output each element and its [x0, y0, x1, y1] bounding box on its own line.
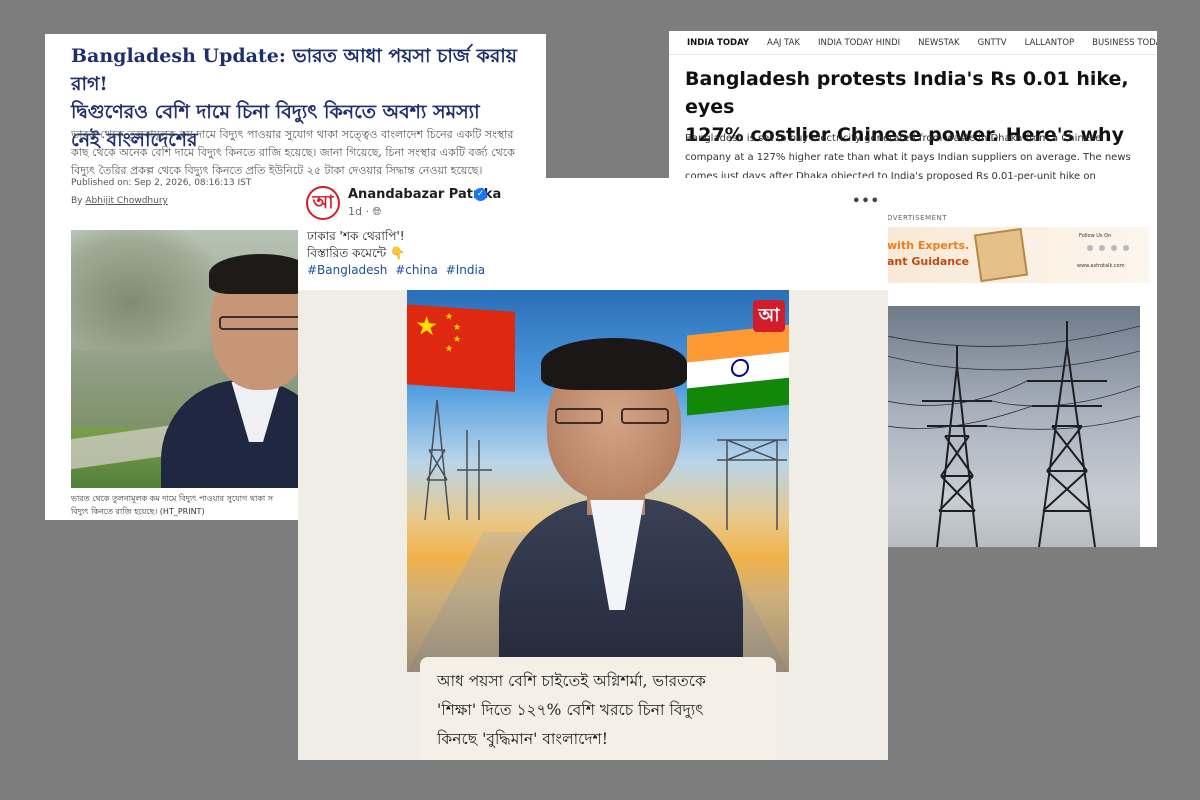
pylon-icon	[717, 439, 787, 530]
byline: By Abhijit Chowdhury	[71, 196, 168, 206]
more-options-button[interactable]: •••	[852, 194, 880, 209]
china-flag: ★ ★ ★ ★ ★	[407, 304, 515, 392]
facebook-post-card: আ Anandabazar Patrika ✓ 1d · 🌐︎ ••• ঢাকা…	[298, 178, 888, 760]
summary-line: company at a 127% higher rate than what …	[685, 152, 1131, 163]
nav-item-gnttv[interactable]: GNTTV	[978, 38, 1007, 48]
avatar-logo-letter: আ	[312, 191, 334, 213]
ad-url: www.astrotalk.com	[1077, 263, 1125, 269]
post-text-line: বিস্তারিত কমেন্টে 👇	[307, 246, 405, 260]
caption-line: ভারত থেকে তুলনামূলক কম দামে বিদ্যুৎ পাওয…	[71, 494, 274, 503]
portrait-glasses	[553, 408, 673, 424]
summary-line: বিদ্যুৎ তৈরির প্রকল্প থেকে বিদ্যুৎ কিনতে…	[71, 164, 483, 177]
post-media[interactable]: ★ ★ ★ ★ ★ আ আধ পয়সা বেশি চাইতেই অগ্নিশর…	[298, 290, 888, 760]
india-flag	[687, 324, 789, 416]
photo-glasses	[219, 316, 309, 330]
left-article-summary: ভারত থেকে তুলনামূলক কম দামে বিদ্যুৎ পাওয…	[71, 126, 531, 180]
photo-trees	[71, 230, 221, 350]
post-meta: 1d · 🌐︎	[348, 205, 382, 218]
article-photo	[71, 230, 321, 488]
post-time[interactable]: 1d	[348, 205, 362, 218]
ad-social-icons	[1087, 245, 1129, 251]
ad-follow-text: Follow Us On	[1079, 233, 1112, 239]
hashtag-china[interactable]: #china	[395, 263, 438, 277]
image-caption-line: কিনছে 'বুদ্ধিমান' বাংলাদেশ!	[437, 730, 608, 748]
headline-line: Bangladesh protests India's Rs 0.01 hike…	[685, 68, 1129, 118]
image-caption-line: 'শিক্ষা' দিতে ১২৭% বেশি খরচে চিনা বিদ্যু…	[437, 701, 704, 719]
pylon-icon	[887, 321, 1140, 547]
hashtags: #Bangladesh #china #India	[307, 263, 489, 277]
top-nav: INDIA TODAY AAJ TAK INDIA TODAY HINDI NE…	[669, 31, 1157, 55]
headline-prefix: Bangladesh Update:	[71, 45, 286, 67]
nav-item-india-today-hindi[interactable]: INDIA TODAY HINDI	[818, 38, 900, 48]
headline-line2: দ্বিগুণেরও বেশি দামে চিনা বিদ্যুৎ কিনতে …	[71, 101, 480, 123]
power-plant-icon	[424, 400, 492, 520]
nav-item-lallantop[interactable]: LALLANTOP	[1025, 38, 1075, 48]
portrait-hair	[541, 338, 687, 390]
globe-icon: 🌐︎	[372, 205, 382, 218]
post-image: ★ ★ ★ ★ ★ আ	[407, 290, 789, 672]
summary-line: Bangladesh is set to buy electricity gen…	[685, 133, 1102, 144]
advertisement-label: DVERTISEMENT	[887, 214, 948, 222]
ad-scroll-image	[973, 227, 1029, 283]
nav-item-business-today[interactable]: BUSINESS TODAY	[1092, 38, 1157, 48]
author-link[interactable]: Abhijit Chowdhury	[85, 196, 167, 206]
summary-line: ভারত থেকে তুলনামূলক কম দামে বিদ্যুৎ পাওয…	[71, 128, 514, 141]
publish-date: Published on: Sep 2, 2026, 08:16:13 IST	[71, 178, 252, 188]
nav-item-newstak[interactable]: NEWSTAK	[918, 38, 959, 48]
hashtag-india[interactable]: #India	[446, 263, 486, 277]
photo-caption: ভারত থেকে তুলনামূলক কম দামে বিদ্যুৎ পাওয…	[71, 492, 321, 518]
ad-text: with Experts.	[887, 239, 970, 252]
nav-item-india-today[interactable]: INDIA TODAY	[687, 38, 749, 48]
nav-item-aaj-tak[interactable]: AAJ TAK	[767, 38, 800, 48]
advertisement-banner[interactable]: with Experts. ant Guidance Follow Us On …	[887, 227, 1149, 283]
transmission-tower-photo	[887, 306, 1140, 547]
hashtag-bangladesh[interactable]: #Bangladesh	[307, 263, 387, 277]
ad-text: ant Guidance	[887, 255, 970, 268]
image-caption-box: আধ পয়সা বেশি চাইতেই অগ্নিশর্মা, ভারতকে …	[420, 657, 776, 760]
image-caption-line: আধ পয়সা বেশি চাইতেই অগ্নিশর্মা, ভারতকে	[437, 672, 706, 690]
caption-line: বিদ্যুৎ কিনতে রাজি হয়েছে। (HT_PRINT)	[71, 507, 205, 516]
byline-prefix: By	[71, 196, 83, 206]
page-avatar[interactable]: আ	[306, 186, 340, 220]
summary-line: কাছ থেকে অনেক বেশি দামে বিদ্যুৎ কিনতে রা…	[71, 146, 515, 159]
verified-badge-icon: ✓	[474, 188, 487, 201]
anandabazar-logo: আ	[753, 300, 785, 332]
